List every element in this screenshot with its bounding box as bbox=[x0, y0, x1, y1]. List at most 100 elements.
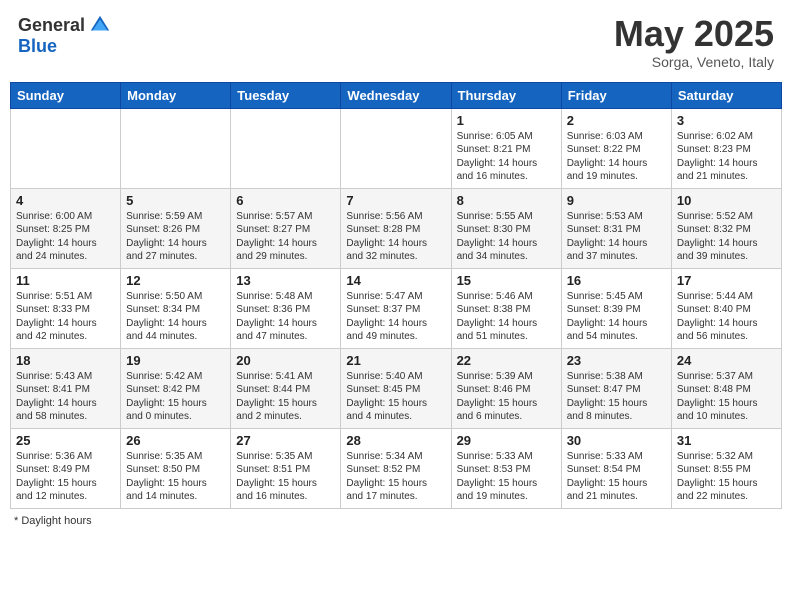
calendar-cell: 24Sunrise: 5:37 AMSunset: 8:48 PMDayligh… bbox=[671, 348, 781, 428]
header: General Blue May 2025 Sorga, Veneto, Ita… bbox=[10, 10, 782, 74]
cell-line: Sunrise: 5:48 AM bbox=[236, 291, 312, 302]
calendar-cell bbox=[11, 108, 121, 188]
cell-line: Sunrise: 5:33 AM bbox=[567, 451, 643, 462]
cell-line: Sunset: 8:26 PM bbox=[126, 224, 200, 235]
cell-content: Sunrise: 5:55 AMSunset: 8:30 PMDaylight:… bbox=[457, 210, 556, 264]
cell-content: Sunrise: 5:36 AM Sunset: 8:49 PM Daylight:… bbox=[16, 450, 115, 504]
cell-line: Daylight: 14 hours and 19 minutes. bbox=[567, 158, 648, 183]
footer-note: * Daylight hours bbox=[10, 515, 782, 527]
cell-content: Sunrise: 5:42 AMSunset: 8:42 PMDaylight:… bbox=[126, 370, 225, 424]
cell-line: Sunrise: 5:52 AM bbox=[677, 211, 753, 222]
cell-line: Sunrise: 5:50 AM bbox=[126, 291, 202, 302]
cell-line: Sunset: 8:31 PM bbox=[567, 224, 641, 235]
cell-line: Sunset: 8:50 PM bbox=[126, 464, 200, 475]
calendar-cell: 17Sunrise: 5:44 AMSunset: 8:40 PMDayligh… bbox=[671, 268, 781, 348]
cell-line: Daylight: 14 hours and 34 minutes. bbox=[457, 238, 538, 263]
day-number: 28 bbox=[346, 433, 445, 448]
calendar-cell: 22Sunrise: 5:39 AMSunset: 8:46 PMDayligh… bbox=[451, 348, 561, 428]
cell-line: Daylight: 14 hours and 32 minutes. bbox=[346, 238, 427, 263]
cell-line: Sunrise: 5:36 AM bbox=[16, 451, 92, 462]
calendar-cell: 16Sunrise: 5:45 AMSunset: 8:39 PMDayligh… bbox=[561, 268, 671, 348]
calendar-cell: 12Sunrise: 5:50 AMSunset: 8:34 PMDayligh… bbox=[121, 268, 231, 348]
cell-line: Daylight: 14 hours and 54 minutes. bbox=[567, 318, 648, 343]
calendar-cell: 19Sunrise: 5:42 AMSunset: 8:42 PMDayligh… bbox=[121, 348, 231, 428]
day-number: 25 bbox=[16, 433, 115, 448]
logo-icon bbox=[89, 14, 111, 36]
day-number: 15 bbox=[457, 273, 556, 288]
cell-line: Sunrise: 5:44 AM bbox=[677, 291, 753, 302]
week-row-2: 4Sunrise: 6:00 AMSunset: 8:25 PMDaylight… bbox=[11, 188, 782, 268]
cell-content: Sunrise: 5:38 AMSunset: 8:47 PMDaylight:… bbox=[567, 370, 666, 424]
cell-line: Sunrise: 5:55 AM bbox=[457, 211, 533, 222]
cell-line: Sunset: 8:39 PM bbox=[567, 304, 641, 315]
cell-line: Sunset: 8:22 PM bbox=[567, 144, 641, 155]
cell-line: Sunrise: 5:51 AM bbox=[16, 291, 92, 302]
cell-line: Sunrise: 5:57 AM bbox=[236, 211, 312, 222]
cell-line: Sunset: 8:49 PM bbox=[16, 464, 90, 475]
cell-line: Sunrise: 5:35 AM bbox=[236, 451, 312, 462]
cell-line: Daylight: 14 hours and 56 minutes. bbox=[677, 318, 758, 343]
cell-content: Sunrise: 6:00 AMSunset: 8:25 PMDaylight:… bbox=[16, 210, 115, 264]
cell-line: Sunrise: 5:42 AM bbox=[126, 371, 202, 382]
cell-line: Sunrise: 5:59 AM bbox=[126, 211, 202, 222]
cell-line: Sunrise: 5:53 AM bbox=[567, 211, 643, 222]
cell-content: Sunrise: 5:33 AMSunset: 8:54 PMDaylight:… bbox=[567, 450, 666, 504]
cell-content: Sunrise: 5:51 AMSunset: 8:33 PMDaylight:… bbox=[16, 290, 115, 344]
cell-line: Sunrise: 5:46 AM bbox=[457, 291, 533, 302]
cell-line: Sunset: 8:51 PM bbox=[236, 464, 310, 475]
cell-line: Daylight: 15 hours and 12 minutes. bbox=[16, 478, 97, 503]
cell-content: Sunrise: 5:56 AMSunset: 8:28 PMDaylight:… bbox=[346, 210, 445, 264]
cell-line: Sunset: 8:40 PM bbox=[677, 304, 751, 315]
calendar-cell: 31Sunrise: 5:32 AMSunset: 8:55 PMDayligh… bbox=[671, 428, 781, 508]
cell-content: Sunrise: 5:43 AMSunset: 8:41 PMDaylight:… bbox=[16, 370, 115, 424]
calendar-cell: 15Sunrise: 5:46 AMSunset: 8:38 PMDayligh… bbox=[451, 268, 561, 348]
col-header-wednesday: Wednesday bbox=[341, 82, 451, 108]
cell-line: Sunset: 8:36 PM bbox=[236, 304, 310, 315]
cell-line: Sunrise: 5:56 AM bbox=[346, 211, 422, 222]
day-number: 1 bbox=[457, 113, 556, 128]
days-header-row: SundayMondayTuesdayWednesdayThursdayFrid… bbox=[11, 82, 782, 108]
cell-line: Daylight: 14 hours and 27 minutes. bbox=[126, 238, 207, 263]
week-row-5: 25 Sunrise: 5:36 AM Sunset: 8:49 PM Dayligh… bbox=[11, 428, 782, 508]
day-number: 26 bbox=[126, 433, 225, 448]
calendar-cell: 1Sunrise: 6:05 AMSunset: 8:21 PMDaylight… bbox=[451, 108, 561, 188]
day-number: 31 bbox=[677, 433, 776, 448]
cell-line: Sunset: 8:42 PM bbox=[126, 384, 200, 395]
logo-general-text: General bbox=[18, 15, 85, 36]
cell-line: Daylight: 14 hours and 37 minutes. bbox=[567, 238, 648, 263]
day-number: 9 bbox=[567, 193, 666, 208]
cell-line: Sunset: 8:45 PM bbox=[346, 384, 420, 395]
cell-line: Sunset: 8:52 PM bbox=[346, 464, 420, 475]
cell-line: Sunset: 8:53 PM bbox=[457, 464, 531, 475]
cell-content: Sunrise: 5:47 AMSunset: 8:37 PMDaylight:… bbox=[346, 290, 445, 344]
cell-line: Sunset: 8:47 PM bbox=[567, 384, 641, 395]
day-number: 30 bbox=[567, 433, 666, 448]
logo-blue-text: Blue bbox=[18, 36, 57, 57]
day-number: 10 bbox=[677, 193, 776, 208]
calendar-cell: 27Sunrise: 5:35 AMSunset: 8:51 PMDayligh… bbox=[231, 428, 341, 508]
cell-content: Sunrise: 5:50 AMSunset: 8:34 PMDaylight:… bbox=[126, 290, 225, 344]
cell-line: Sunset: 8:33 PM bbox=[16, 304, 90, 315]
cell-line: Sunrise: 5:45 AM bbox=[567, 291, 643, 302]
calendar-subtitle: Sorga, Veneto, Italy bbox=[614, 54, 774, 70]
cell-line: Daylight: 14 hours and 16 minutes. bbox=[457, 158, 538, 183]
logo: General Blue bbox=[18, 14, 111, 57]
cell-line: Daylight: 15 hours and 2 minutes. bbox=[236, 398, 317, 423]
cell-line: Sunset: 8:34 PM bbox=[126, 304, 200, 315]
cell-line: Daylight: 15 hours and 21 minutes. bbox=[567, 478, 648, 503]
cell-content: Sunrise: 5:52 AMSunset: 8:32 PMDaylight:… bbox=[677, 210, 776, 264]
cell-content: Sunrise: 5:57 AMSunset: 8:27 PMDaylight:… bbox=[236, 210, 335, 264]
week-row-4: 18Sunrise: 5:43 AMSunset: 8:41 PMDayligh… bbox=[11, 348, 782, 428]
calendar-cell: 7Sunrise: 5:56 AMSunset: 8:28 PMDaylight… bbox=[341, 188, 451, 268]
cell-line: Daylight: 14 hours and 24 minutes. bbox=[16, 238, 97, 263]
cell-line: Sunrise: 5:39 AM bbox=[457, 371, 533, 382]
calendar-table: SundayMondayTuesdayWednesdayThursdayFrid… bbox=[10, 82, 782, 509]
col-header-monday: Monday bbox=[121, 82, 231, 108]
cell-line: Daylight: 14 hours and 58 minutes. bbox=[16, 398, 97, 423]
day-number: 12 bbox=[126, 273, 225, 288]
day-number: 21 bbox=[346, 353, 445, 368]
col-header-sunday: Sunday bbox=[11, 82, 121, 108]
cell-line: Sunset: 8:37 PM bbox=[346, 304, 420, 315]
day-number: 22 bbox=[457, 353, 556, 368]
calendar-cell: 20Sunrise: 5:41 AMSunset: 8:44 PMDayligh… bbox=[231, 348, 341, 428]
